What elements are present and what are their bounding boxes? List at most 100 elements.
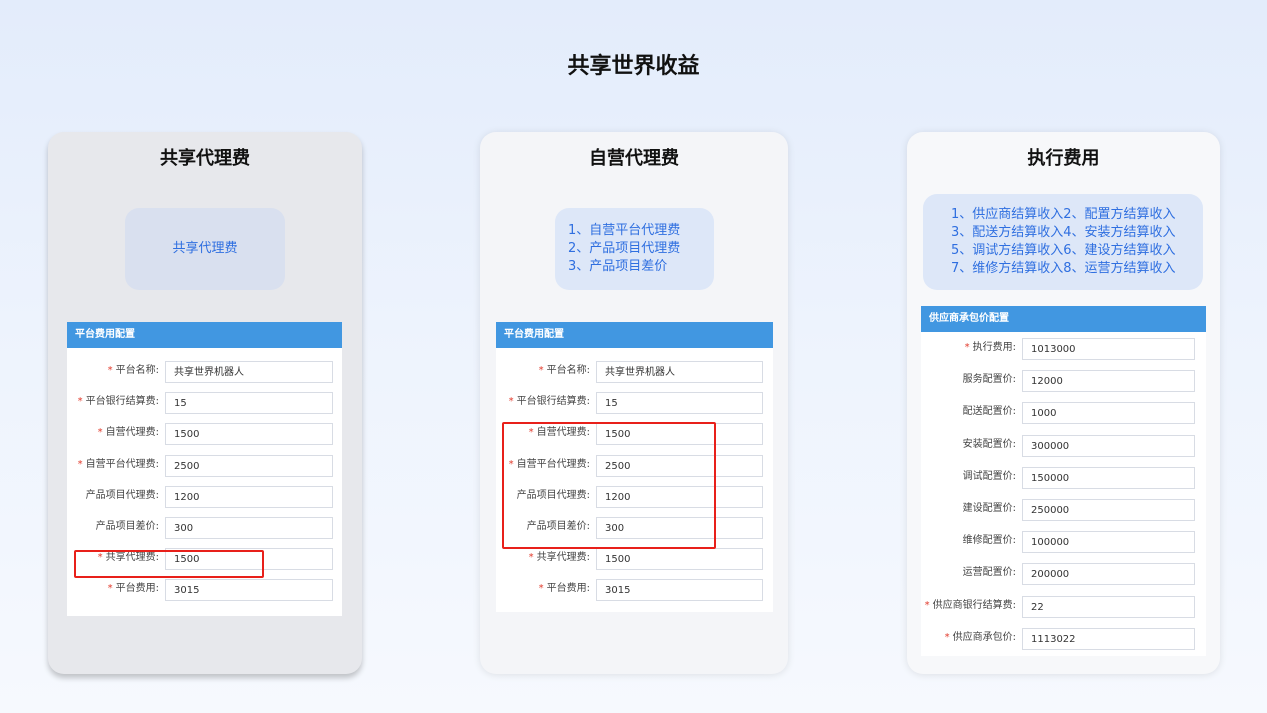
field-label: 安装配置价: (924, 439, 1016, 450)
summary-line: 3、产品项目差价 (568, 259, 668, 274)
field-label-wrap: 服务配置价: (921, 370, 1016, 394)
field-input[interactable]: 15 (165, 392, 333, 415)
field-label: 服务配置价: (924, 374, 1016, 385)
field-label-wrap: * 共享代理费: (496, 548, 590, 572)
field-input[interactable]: 100000 (1022, 531, 1195, 554)
form-row: * 平台银行结算费: 15 (67, 392, 342, 416)
field-input[interactable]: 1013000 (1022, 338, 1195, 360)
panel-header: 平台费用配置 (67, 322, 342, 348)
field-input[interactable]: 2500 (165, 454, 333, 477)
field-label-text: 维修配置价: (962, 535, 1016, 547)
highlight-box (502, 422, 716, 549)
field-label: 建设配置价: (924, 503, 1016, 514)
field-label-wrap: * 供应商银行结算费: (921, 596, 1016, 620)
required-asterisk: * (528, 552, 534, 564)
page-title: 共享世界收益 (567, 54, 700, 79)
field-label-wrap: 维修配置价: (921, 531, 1016, 555)
field-label-text: 执行费用: (972, 342, 1016, 353)
required-asterisk: * (964, 342, 970, 353)
field-label-text: 运营配置价: (962, 567, 1016, 579)
field-input[interactable]: 22 (1022, 595, 1195, 618)
field-label-text: 平台名称: (546, 365, 590, 376)
field-label: 产品项目差价: (67, 521, 159, 532)
required-asterisk: * (97, 427, 103, 439)
form-row: 产品项目差价: 300 (67, 517, 342, 541)
field-label-wrap: 建设配置价: (921, 499, 1016, 523)
field-input[interactable]: 1500 (165, 423, 333, 446)
field-label-wrap: 产品项目差价: (67, 517, 159, 541)
field-label-text: 自营代理费: (105, 427, 159, 439)
field-label-text: 产品项目代理费: (85, 489, 159, 501)
field-label: * 执行费用: (924, 342, 1016, 353)
field-input[interactable]: 12000 (1022, 370, 1195, 393)
field-label-text: 平台费用: (546, 583, 590, 595)
field-label: * 平台费用: (67, 583, 159, 594)
field-label-wrap: * 平台银行结算费: (67, 392, 159, 416)
field-input[interactable]: 1113022 (1022, 627, 1195, 650)
form-row: * 执行费用: 1013000 (921, 338, 1206, 362)
form-row: * 自营代理费: 1500 (67, 423, 342, 447)
panel-header: 供应商承包价配置 (921, 306, 1206, 332)
field-label: 配送配置价: (924, 406, 1016, 417)
field-label-text: 平台名称: (115, 365, 159, 376)
field-label: * 自营平台代理费: (67, 459, 159, 470)
field-label: * 平台名称: (67, 365, 159, 376)
form-row: * 平台名称: 共享世界机器人 (67, 361, 342, 385)
field-input[interactable]: 1500 (596, 548, 763, 571)
summary-line: 2、产品项目代理费 (568, 241, 681, 256)
field-input[interactable]: 300 (165, 517, 333, 539)
field-label-wrap: * 自营代理费: (67, 423, 159, 447)
required-asterisk: * (77, 396, 83, 408)
form-row: 调试配置价: 150000 (921, 466, 1206, 491)
field-label: * 供应商银行结算费: (924, 600, 1016, 611)
summary-line: 1、供应商结算收入2、配置方结算收入 (951, 207, 1176, 222)
field-input[interactable]: 1000 (1022, 402, 1195, 425)
panel-header: 平台费用配置 (496, 322, 773, 348)
form-row: * 平台名称: 共享世界机器人 (496, 361, 773, 385)
field-label-text: 共享代理费: (536, 552, 590, 564)
field-label-wrap: 调试配置价: (921, 467, 1016, 491)
form-row: 配送配置价: 1000 (921, 402, 1206, 426)
field-input[interactable]: 15 (596, 392, 763, 415)
field-input[interactable]: 1200 (165, 485, 333, 508)
form-row: * 供应商承包价: 1113022 (921, 627, 1206, 652)
summary-box: 1、自营平台代理费 2、产品项目代理费 3、产品项目差价 (555, 208, 714, 290)
field-input[interactable]: 3015 (596, 579, 763, 602)
summary-box: 共享代理费 (125, 208, 285, 290)
field-label: * 自营代理费: (67, 427, 159, 438)
card-shared-agency-fee: 共享代理费 共享代理费 平台费用配置 * 平台名称: 共享世界机器人 * 平台银行结算费… (48, 132, 362, 674)
summary-line: 1、自营平台代理费 (568, 223, 681, 238)
field-input[interactable]: 共享世界机器人 (165, 361, 333, 383)
form-row: 服务配置价: 12000 (921, 370, 1206, 394)
field-label-text: 供应商银行结算费: (932, 599, 1016, 611)
field-label-text: 平台费用: (115, 583, 159, 595)
form-row: 安装配置价: 300000 (921, 434, 1206, 459)
field-label-text: 服务配置价: (962, 374, 1016, 386)
field-label: 调试配置价: (924, 471, 1016, 482)
field-label-wrap: * 平台银行结算费: (496, 392, 590, 416)
field-label: * 共享代理费: (498, 552, 590, 563)
field-input[interactable]: 200000 (1022, 563, 1195, 586)
required-asterisk: * (538, 583, 544, 595)
card-self-agency-fee: 自营代理费 1、自营平台代理费 2、产品项目代理费 3、产品项目差价 平台费用配… (480, 132, 788, 674)
summary-line: 7、维修方结算收入8、运营方结算收入 (951, 261, 1176, 276)
form-row: * 自营平台代理费: 2500 (67, 454, 342, 479)
summary-line: 共享代理费 (172, 241, 238, 256)
field-label-wrap: * 供应商承包价: (921, 628, 1016, 652)
field-label-text: 产品项目差价: (95, 521, 159, 532)
form-row: 产品项目代理费: 1200 (67, 485, 342, 510)
field-input[interactable]: 250000 (1022, 499, 1195, 521)
field-label-text: 配送配置价: (962, 406, 1016, 418)
field-input[interactable]: 150000 (1022, 466, 1195, 489)
highlight-box (74, 550, 264, 578)
card-execution-fee: 执行费用 1、供应商结算收入2、配置方结算收入 3、配送方结算收入4、安装方结算… (907, 132, 1220, 674)
field-label-text: 平台银行结算费: (85, 396, 159, 408)
field-label: * 平台费用: (498, 583, 590, 594)
field-input[interactable]: 共享世界机器人 (596, 361, 763, 383)
field-label-wrap: * 执行费用: (921, 338, 1016, 362)
field-label-wrap: * 平台名称: (67, 361, 159, 385)
field-label-wrap: * 平台费用: (496, 579, 590, 603)
field-input[interactable]: 3015 (165, 579, 333, 602)
field-input[interactable]: 300000 (1022, 434, 1195, 457)
field-label-text: 安装配置价: (962, 438, 1016, 450)
